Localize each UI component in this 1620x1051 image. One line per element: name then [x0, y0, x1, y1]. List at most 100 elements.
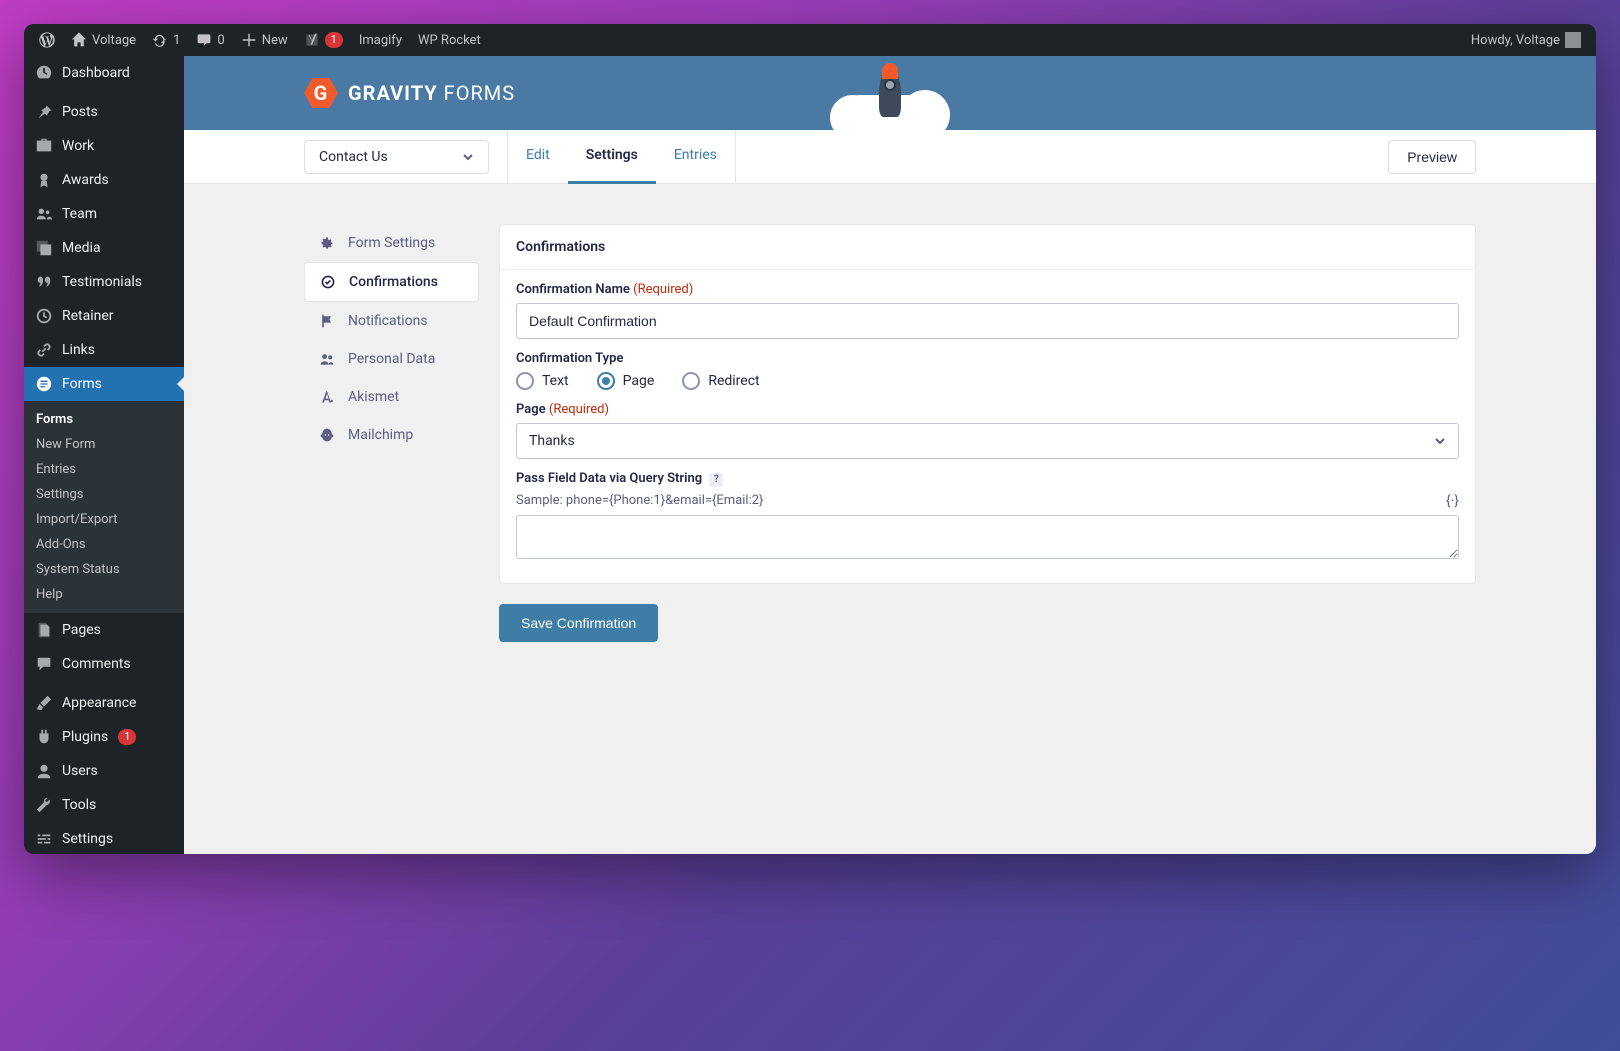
sidebar-item-links[interactable]: Links — [24, 333, 184, 367]
home-icon — [71, 32, 87, 48]
brand-light: FORMS — [438, 81, 515, 105]
settings-nav-akismet[interactable]: Akismet — [304, 378, 479, 416]
brand-bold: GRAVITY — [348, 81, 438, 105]
mailchimp-icon — [318, 426, 336, 444]
akismet-icon — [318, 388, 336, 406]
wp-logo-menu[interactable] — [32, 24, 62, 56]
sidebar-item-work[interactable]: Work — [24, 129, 184, 163]
clock-icon — [34, 306, 54, 326]
sidebar-item-comments[interactable]: Comments — [24, 647, 184, 681]
sidebar-item-forms[interactable]: Forms — [24, 367, 184, 401]
account-menu[interactable]: Howdy, Voltage — [1464, 24, 1588, 56]
submenu-addons[interactable]: Add-Ons — [24, 532, 184, 557]
sidebar-item-label: Retainer — [62, 308, 114, 324]
yoast-badge: 1 — [325, 32, 343, 48]
submenu-system-status[interactable]: System Status — [24, 557, 184, 582]
check-circle-icon — [319, 273, 337, 291]
sidebar-item-tools[interactable]: Tools — [24, 788, 184, 822]
sidebar-item-posts[interactable]: Posts — [24, 95, 184, 129]
yoast-menu[interactable]: 1 — [297, 24, 350, 56]
sidebar-item-team[interactable]: Team — [24, 197, 184, 231]
merge-tag-icon[interactable]: {·} — [1446, 493, 1459, 509]
site-name-menu[interactable]: Voltage — [64, 24, 143, 56]
help-icon[interactable]: ? — [709, 473, 723, 487]
sidebar-item-label: Tools — [62, 797, 96, 813]
sidebar-item-label: Comments — [62, 656, 131, 672]
preview-button[interactable]: Preview — [1388, 140, 1476, 174]
page-select-value: Thanks — [529, 433, 575, 449]
sidebar-item-label: Dashboard — [62, 65, 130, 81]
admin-bar: Voltage 1 0 New — [24, 24, 1596, 56]
gf-badge-icon: G — [304, 78, 338, 108]
settings-nav-mailchimp[interactable]: Mailchimp — [304, 416, 479, 454]
comments-icon — [34, 654, 54, 674]
sidebar-item-label: Plugins — [62, 729, 108, 745]
updates-menu[interactable]: 1 — [145, 24, 187, 56]
required-marker: (Required) — [633, 282, 693, 297]
tab-entries[interactable]: Entries — [656, 130, 735, 184]
gravity-forms-logo: G GRAVITY FORMS — [304, 78, 515, 108]
submenu-settings[interactable]: Settings — [24, 482, 184, 507]
chevron-down-icon — [1434, 435, 1446, 447]
sidebar-item-label: Settings — [62, 831, 113, 847]
sidebar-item-plugins[interactable]: Plugins 1 — [24, 720, 184, 754]
query-string-input[interactable] — [516, 515, 1459, 559]
confirmation-name-input[interactable] — [516, 303, 1459, 339]
sidebar-item-dashboard[interactable]: Dashboard — [24, 56, 184, 90]
radio-option-text[interactable]: Text — [516, 372, 569, 390]
sidebar-item-label: Media — [62, 240, 101, 256]
gravity-forms-header: G GRAVITY FORMS — [184, 56, 1596, 130]
sidebar-item-label: Appearance — [62, 695, 136, 711]
settings-nav-label: Notifications — [348, 313, 428, 329]
sidebar-item-settings[interactable]: Settings — [24, 822, 184, 854]
page-select[interactable]: Thanks — [516, 423, 1459, 459]
flag-icon — [318, 312, 336, 330]
required-marker: (Required) — [549, 402, 609, 417]
link-icon — [34, 340, 54, 360]
submenu-new-form[interactable]: New Form — [24, 432, 184, 457]
imagify-menu[interactable]: Imagify — [352, 24, 409, 56]
new-label: New — [262, 33, 288, 48]
radio-label: Text — [542, 373, 569, 389]
sliders-icon — [34, 829, 54, 849]
howdy-label: Howdy, Voltage — [1471, 33, 1560, 48]
settings-nav-personal-data[interactable]: Personal Data — [304, 340, 479, 378]
submenu-forms[interactable]: Forms — [24, 407, 184, 432]
radio-option-page[interactable]: Page — [597, 372, 655, 390]
wordpress-icon — [39, 32, 55, 48]
settings-nav-notifications[interactable]: Notifications — [304, 302, 479, 340]
sidebar-item-retainer[interactable]: Retainer — [24, 299, 184, 333]
wp-rocket-menu[interactable]: WP Rocket — [411, 24, 488, 56]
sidebar-item-label: Users — [62, 763, 98, 779]
sidebar-item-pages[interactable]: Pages — [24, 613, 184, 647]
plus-icon — [241, 32, 257, 48]
settings-nav-form-settings[interactable]: Form Settings — [304, 224, 479, 262]
comments-menu[interactable]: 0 — [189, 24, 231, 56]
new-content-menu[interactable]: New — [234, 24, 295, 56]
radio-checked-icon — [597, 372, 615, 390]
sidebar-item-appearance[interactable]: Appearance — [24, 686, 184, 720]
form-toolbar: Contact Us Edit Settings Entries Preview — [184, 130, 1596, 184]
chevron-down-icon — [462, 151, 474, 163]
tab-settings[interactable]: Settings — [568, 130, 656, 184]
people-icon — [318, 350, 336, 368]
sidebar-item-media[interactable]: Media — [24, 231, 184, 265]
sidebar-item-label: Pages — [62, 622, 101, 638]
settings-nav-label: Confirmations — [349, 274, 438, 290]
form-switcher[interactable]: Contact Us — [304, 140, 489, 174]
submenu-help[interactable]: Help — [24, 582, 184, 607]
groups-icon — [34, 204, 54, 224]
submenu-import-export[interactable]: Import/Export — [24, 507, 184, 532]
sidebar-item-users[interactable]: Users — [24, 754, 184, 788]
radio-option-redirect[interactable]: Redirect — [682, 372, 759, 390]
settings-nav-confirmations[interactable]: Confirmations — [304, 262, 479, 302]
site-name-label: Voltage — [92, 33, 136, 48]
save-confirmation-button[interactable]: Save Confirmation — [499, 604, 658, 642]
comment-icon — [196, 32, 212, 48]
sidebar-item-testimonials[interactable]: Testimonials — [24, 265, 184, 299]
admin-sidebar: Dashboard Posts Work Awards Team Media — [24, 56, 184, 854]
sidebar-item-awards[interactable]: Awards — [24, 163, 184, 197]
submenu-entries[interactable]: Entries — [24, 457, 184, 482]
tab-edit[interactable]: Edit — [508, 130, 568, 184]
user-icon — [34, 761, 54, 781]
